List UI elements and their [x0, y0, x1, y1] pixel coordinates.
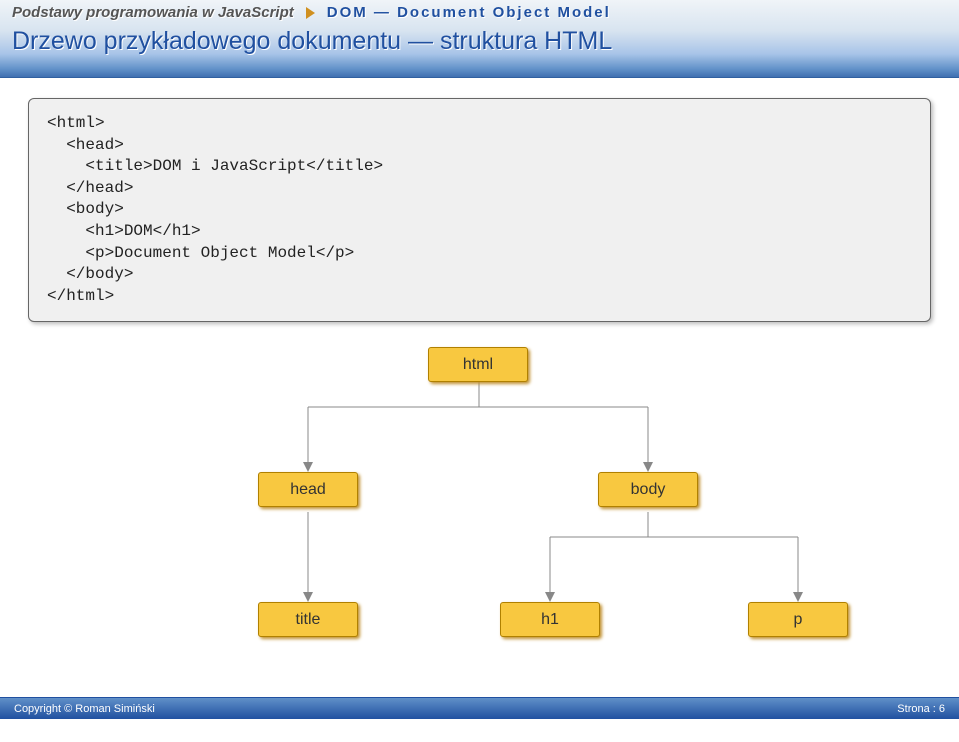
- footer-copyright: Copyright © Roman Simiński: [14, 703, 155, 715]
- code-example-box: <html> <head> <title>DOM i JavaScript</t…: [28, 98, 931, 322]
- tree-node-h1: h1: [500, 602, 600, 637]
- tree-node-head: head: [258, 472, 358, 507]
- footer-page-number: Strona : 6: [897, 703, 945, 715]
- slide-content: <html> <head> <title>DOM i JavaScript</t…: [0, 78, 959, 742]
- tree-connectors: [28, 342, 931, 722]
- slide-header: Podstawy programowania w JavaScript DOM …: [0, 0, 959, 78]
- tree-node-p: p: [748, 602, 848, 637]
- dom-tree-diagram: html head body title h1 p: [28, 342, 931, 722]
- tree-node-html: html: [428, 347, 528, 382]
- breadcrumb-primary: Podstawy programowania w JavaScript: [12, 4, 294, 21]
- tree-node-body: body: [598, 472, 698, 507]
- triangle-right-icon: [306, 7, 315, 19]
- slide-footer: Copyright © Roman Simiński Strona : 6: [0, 697, 959, 719]
- page-title: Drzewo przykładowego dokumentu — struktu…: [12, 27, 947, 56]
- tree-node-title: title: [258, 602, 358, 637]
- breadcrumb-secondary: DOM — Document Object Model: [327, 4, 611, 21]
